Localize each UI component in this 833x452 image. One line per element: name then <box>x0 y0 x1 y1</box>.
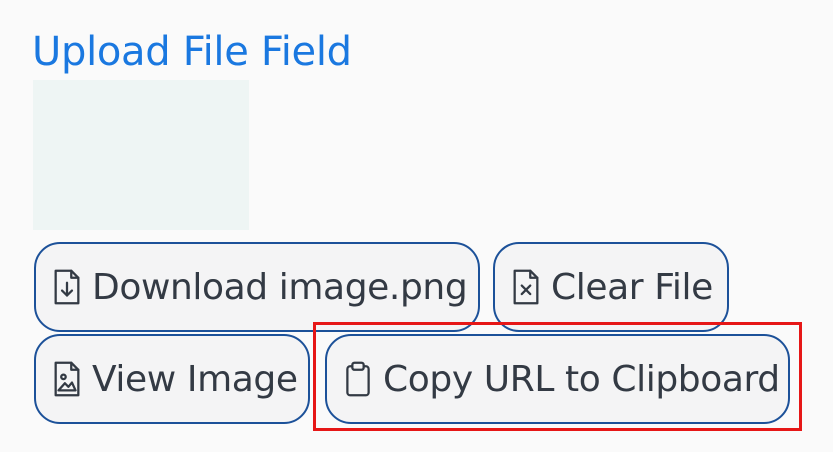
download-button-label: Download image.png <box>92 266 468 308</box>
file-download-icon <box>50 267 84 307</box>
download-image-button[interactable]: Download image.png <box>34 242 480 332</box>
clear-button-label: Clear File <box>551 266 713 308</box>
clipboard-icon <box>341 359 375 399</box>
view-image-button[interactable]: View Image <box>34 334 310 424</box>
field-title: Upload File Field <box>32 29 352 75</box>
clear-file-button[interactable]: Clear File <box>493 242 729 332</box>
view-button-label: View Image <box>92 358 298 400</box>
copy-url-button[interactable]: Copy URL to Clipboard <box>325 334 790 424</box>
copy-button-label: Copy URL to Clipboard <box>383 358 780 400</box>
file-x-icon <box>509 267 543 307</box>
file-image-icon <box>50 359 84 399</box>
image-preview[interactable] <box>33 80 249 230</box>
